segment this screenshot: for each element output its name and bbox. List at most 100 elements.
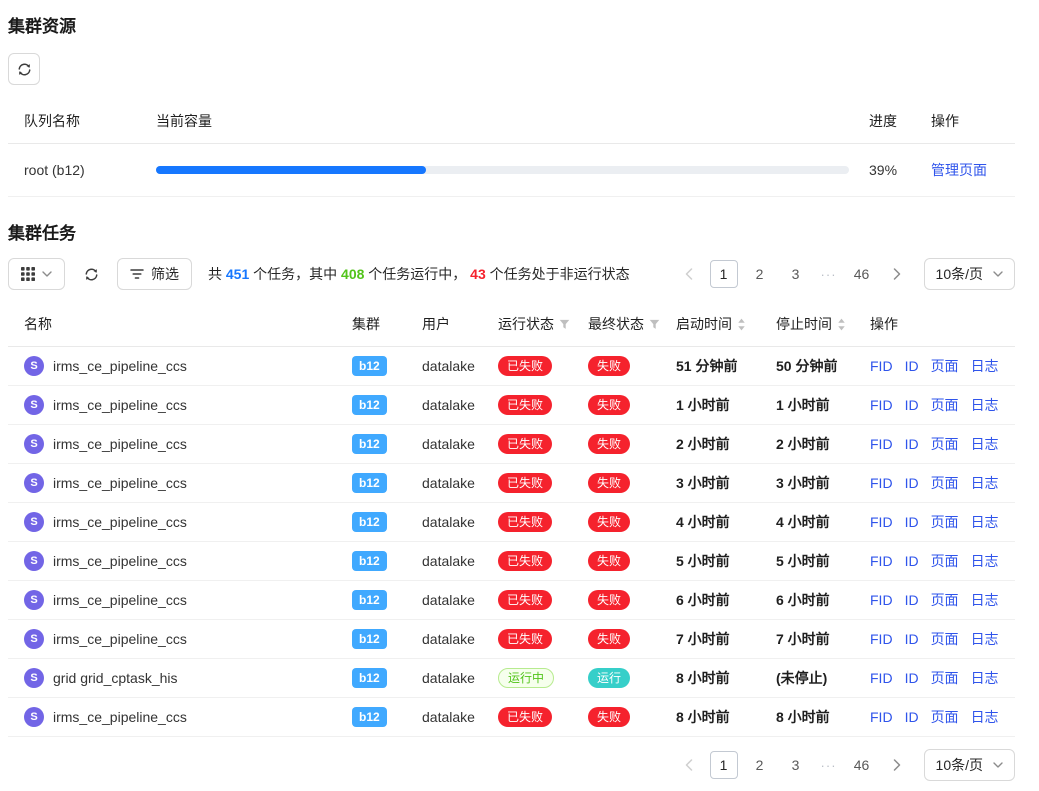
- task-action-id-link[interactable]: ID: [905, 631, 919, 647]
- task-action-page-link[interactable]: 页面: [931, 668, 959, 688]
- task-action-id-link[interactable]: ID: [905, 514, 919, 530]
- run-status-badge: 已失败: [498, 395, 552, 415]
- task-action-id-link[interactable]: ID: [905, 709, 919, 725]
- task-action-fid-link[interactable]: FID: [870, 631, 893, 647]
- page-size-select[interactable]: 10条/页: [924, 258, 1015, 290]
- task-action-id-link[interactable]: ID: [905, 436, 919, 452]
- row-actions: FID ID 页面日志: [870, 707, 1007, 727]
- cluster-badge: b12: [352, 629, 387, 649]
- page-button-46[interactable]: 46: [848, 751, 876, 779]
- stop-time: 4 小时前: [768, 503, 862, 542]
- page-button-3[interactable]: 3: [782, 260, 810, 288]
- page-button-1[interactable]: 1: [710, 260, 738, 288]
- task-action-fid-link[interactable]: FID: [870, 397, 893, 413]
- avatar-letter: S: [30, 594, 37, 606]
- manage-page-link[interactable]: 管理页面: [931, 162, 987, 178]
- table-row: S irms_ce_pipeline_ccs b12 datalake 已失败 …: [8, 542, 1015, 581]
- task-action-id-link[interactable]: ID: [905, 397, 919, 413]
- task-action-id-link[interactable]: ID: [905, 670, 919, 686]
- task-action-log-link[interactable]: 日志: [971, 707, 999, 727]
- task-action-page-link[interactable]: 页面: [931, 707, 959, 727]
- col-actions: 操作: [862, 302, 1015, 347]
- task-action-log-link[interactable]: 日志: [971, 434, 999, 454]
- task-action-page-link[interactable]: 页面: [931, 629, 959, 649]
- summary-nonrunning-count: 43: [470, 266, 486, 282]
- task-user: datalake: [422, 436, 475, 452]
- task-action-fid-link[interactable]: FID: [870, 592, 893, 608]
- task-action-id-link[interactable]: ID: [905, 553, 919, 569]
- task-action-id-link[interactable]: ID: [905, 475, 919, 491]
- start-time: 5 小时前: [668, 542, 768, 581]
- row-actions: FID ID 页面日志: [870, 512, 1007, 532]
- page-button-2[interactable]: 2: [746, 260, 774, 288]
- task-action-fid-link[interactable]: FID: [870, 670, 893, 686]
- sort-icon[interactable]: [737, 318, 746, 331]
- resources-refresh-button[interactable]: [8, 53, 40, 85]
- resources-section-title: 集群资源: [8, 12, 1015, 37]
- cluster-badge: b12: [352, 356, 387, 376]
- task-action-fid-link[interactable]: FID: [870, 709, 893, 725]
- spark-avatar-icon: S: [24, 395, 44, 415]
- tasks-toolbar: 筛选 共 451 个任务，其中 408 个任务运行中， 43 个任务处于非运行状…: [8, 258, 1015, 290]
- row-actions: FID ID 页面日志: [870, 668, 1007, 688]
- task-action-log-link[interactable]: 日志: [971, 629, 999, 649]
- stop-time: 1 小时前: [768, 386, 862, 425]
- task-action-page-link[interactable]: 页面: [931, 551, 959, 571]
- page-size-value: 10条/页: [936, 264, 983, 284]
- task-action-log-link[interactable]: 日志: [971, 512, 999, 532]
- filter-funnel-icon[interactable]: [559, 319, 570, 330]
- summary-total-count: 451: [226, 266, 249, 282]
- task-action-page-link[interactable]: 页面: [931, 512, 959, 532]
- task-action-log-link[interactable]: 日志: [971, 590, 999, 610]
- task-action-log-link[interactable]: 日志: [971, 356, 999, 376]
- task-action-log-link[interactable]: 日志: [971, 473, 999, 493]
- col-name: 名称: [8, 302, 344, 347]
- task-action-log-link[interactable]: 日志: [971, 395, 999, 415]
- task-name-cell: S irms_ce_pipeline_ccs: [24, 395, 336, 415]
- filter-button[interactable]: 筛选: [117, 258, 192, 290]
- task-action-log-link[interactable]: 日志: [971, 551, 999, 571]
- column-layout-button[interactable]: [8, 258, 65, 290]
- final-status-badge: 运行: [588, 668, 630, 688]
- task-action-id-link[interactable]: ID: [905, 592, 919, 608]
- avatar-letter: S: [30, 555, 37, 567]
- task-action-page-link[interactable]: 页面: [931, 356, 959, 376]
- refresh-icon: [84, 267, 99, 282]
- tasks-refresh-button[interactable]: [77, 258, 105, 290]
- task-action-page-link[interactable]: 页面: [931, 473, 959, 493]
- page-size-select[interactable]: 10条/页: [924, 749, 1015, 781]
- summary-text: 个任务，其中: [249, 266, 341, 282]
- next-page-button[interactable]: [884, 260, 910, 288]
- page-ellipsis[interactable]: ···: [818, 758, 840, 773]
- capacity-progress-bar: [156, 166, 849, 174]
- resources-table: 队列名称 当前容量 进度 操作 root (b12) 39% 管理页面: [8, 99, 1015, 197]
- task-action-fid-link[interactable]: FID: [870, 436, 893, 452]
- final-status-badge: 失败: [588, 434, 630, 454]
- task-name: irms_ce_pipeline_ccs: [53, 592, 187, 608]
- chevron-down-icon: [993, 271, 1003, 277]
- grid-icon: [21, 267, 35, 281]
- spark-avatar-icon: S: [24, 434, 44, 454]
- task-action-page-link[interactable]: 页面: [931, 434, 959, 454]
- task-action-fid-link[interactable]: FID: [870, 358, 893, 374]
- task-action-fid-link[interactable]: FID: [870, 475, 893, 491]
- prev-page-button[interactable]: [676, 260, 702, 288]
- task-action-id-link[interactable]: ID: [905, 358, 919, 374]
- task-action-page-link[interactable]: 页面: [931, 590, 959, 610]
- page-button-1[interactable]: 1: [710, 751, 738, 779]
- task-name-cell: S irms_ce_pipeline_ccs: [24, 629, 336, 649]
- page-button-46[interactable]: 46: [848, 260, 876, 288]
- sort-icon[interactable]: [837, 318, 846, 331]
- filter-funnel-icon[interactable]: [649, 319, 660, 330]
- task-action-page-link[interactable]: 页面: [931, 395, 959, 415]
- task-action-log-link[interactable]: 日志: [971, 668, 999, 688]
- page-button-2[interactable]: 2: [746, 751, 774, 779]
- next-page-button[interactable]: [884, 751, 910, 779]
- prev-page-button[interactable]: [676, 751, 702, 779]
- task-action-fid-link[interactable]: FID: [870, 553, 893, 569]
- page-ellipsis[interactable]: ···: [818, 267, 840, 282]
- spark-avatar-icon: S: [24, 707, 44, 727]
- page-button-3[interactable]: 3: [782, 751, 810, 779]
- capacity-progress-fill: [156, 166, 426, 174]
- task-action-fid-link[interactable]: FID: [870, 514, 893, 530]
